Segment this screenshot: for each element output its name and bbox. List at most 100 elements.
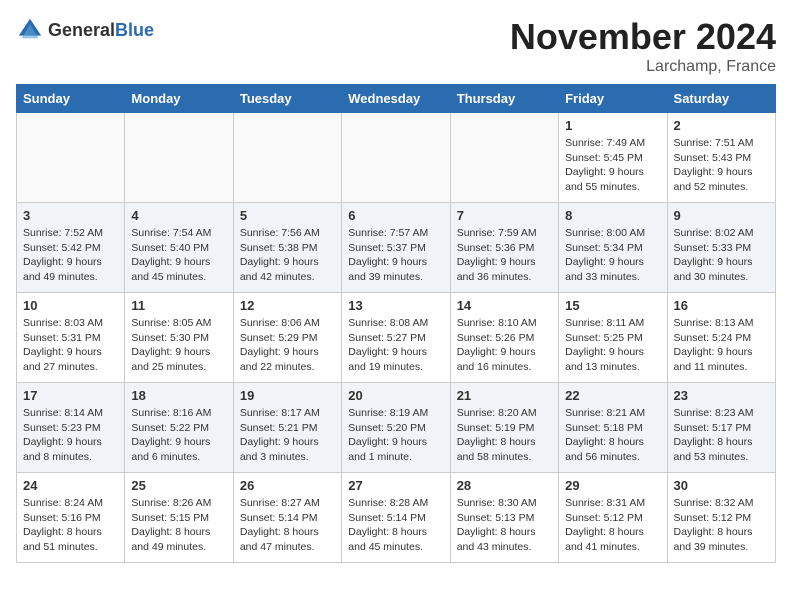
header-row: Sunday Monday Tuesday Wednesday Thursday… xyxy=(17,85,776,113)
day-info: Sunrise: 8:26 AM Sunset: 5:15 PM Dayligh… xyxy=(131,496,226,555)
location-title: Larchamp, France xyxy=(510,58,776,76)
day-number: 27 xyxy=(348,478,443,493)
day-cell xyxy=(450,113,558,203)
day-cell: 26 Sunrise: 8:27 AM Sunset: 5:14 PM Dayli… xyxy=(233,473,341,563)
day-info: Sunrise: 8:28 AM Sunset: 5:14 PM Dayligh… xyxy=(348,496,443,555)
day-info: Sunrise: 8:02 AM Sunset: 5:33 PM Dayligh… xyxy=(674,226,769,285)
day-cell: 8 Sunrise: 8:00 AM Sunset: 5:34 PM Daylig… xyxy=(559,203,667,293)
day-cell: 3 Sunrise: 7:52 AM Sunset: 5:42 PM Daylig… xyxy=(17,203,125,293)
day-number: 2 xyxy=(674,118,769,133)
day-cell: 16Sunrise: 8:13 AM Sunset: 5:24 PM Dayli… xyxy=(667,293,775,383)
week-row-4: 24 Sunrise: 8:24 AM Sunset: 5:16 PM Dayli… xyxy=(17,473,776,563)
day-cell: 10 Sunrise: 8:03 AM Sunset: 5:31 PM Dayli… xyxy=(17,293,125,383)
day-number: 11 xyxy=(131,298,226,313)
day-number: 5 xyxy=(240,208,335,223)
day-cell xyxy=(17,113,125,203)
week-row-3: 17 Sunrise: 8:14 AM Sunset: 5:23 PM Dayli… xyxy=(17,383,776,473)
day-cell: 5 Sunrise: 7:56 AM Sunset: 5:38 PM Daylig… xyxy=(233,203,341,293)
day-cell xyxy=(342,113,450,203)
day-info: Sunrise: 8:30 AM Sunset: 5:13 PM Dayligh… xyxy=(457,496,552,555)
day-cell: 22 Sunrise: 8:21 AM Sunset: 5:18 PM Dayli… xyxy=(559,383,667,473)
day-info: Sunrise: 7:52 AM Sunset: 5:42 PM Dayligh… xyxy=(23,226,118,285)
day-number: 20 xyxy=(348,388,443,403)
day-cell: 2 Sunrise: 7:51 AM Sunset: 5:43 PM Daylig… xyxy=(667,113,775,203)
day-number: 8 xyxy=(565,208,660,223)
day-cell: 19Sunrise: 8:17 AM Sunset: 5:21 PM Dayli… xyxy=(233,383,341,473)
week-row-2: 10 Sunrise: 8:03 AM Sunset: 5:31 PM Dayli… xyxy=(17,293,776,383)
day-info: Sunrise: 7:56 AM Sunset: 5:38 PM Dayligh… xyxy=(240,226,335,285)
day-cell: 30Sunrise: 8:32 AM Sunset: 5:12 PM Dayli… xyxy=(667,473,775,563)
day-info: Sunrise: 8:11 AM Sunset: 5:25 PM Dayligh… xyxy=(565,316,660,375)
day-number: 4 xyxy=(131,208,226,223)
day-cell: 28 Sunrise: 8:30 AM Sunset: 5:13 PM Dayli… xyxy=(450,473,558,563)
day-number: 17 xyxy=(23,388,118,403)
day-cell: 6 Sunrise: 7:57 AM Sunset: 5:37 PM Daylig… xyxy=(342,203,450,293)
day-number: 26 xyxy=(240,478,335,493)
day-cell: 20 Sunrise: 8:19 AM Sunset: 5:20 PM Dayli… xyxy=(342,383,450,473)
day-number: 13 xyxy=(348,298,443,313)
day-info: Sunrise: 8:31 AM Sunset: 5:12 PM Dayligh… xyxy=(565,496,660,555)
week-row-0: 1 Sunrise: 7:49 AM Sunset: 5:45 PM Daylig… xyxy=(17,113,776,203)
day-info: Sunrise: 8:16 AM Sunset: 5:22 PM Dayligh… xyxy=(131,406,226,465)
day-cell: 7 Sunrise: 7:59 AM Sunset: 5:36 PM Daylig… xyxy=(450,203,558,293)
day-cell: 4 Sunrise: 7:54 AM Sunset: 5:40 PM Daylig… xyxy=(125,203,233,293)
day-info: Sunrise: 8:24 AM Sunset: 5:16 PM Dayligh… xyxy=(23,496,118,555)
day-number: 30 xyxy=(674,478,769,493)
day-cell: 13Sunrise: 8:08 AM Sunset: 5:27 PM Dayli… xyxy=(342,293,450,383)
day-info: Sunrise: 8:13 AM Sunset: 5:24 PM Dayligh… xyxy=(674,316,769,375)
day-cell xyxy=(125,113,233,203)
day-info: Sunrise: 8:21 AM Sunset: 5:18 PM Dayligh… xyxy=(565,406,660,465)
day-cell: 17 Sunrise: 8:14 AM Sunset: 5:23 PM Dayli… xyxy=(17,383,125,473)
page-header: GeneralBlue November 2024 Larchamp, Fran… xyxy=(16,16,776,76)
day-cell: 23Sunrise: 8:23 AM Sunset: 5:17 PM Dayli… xyxy=(667,383,775,473)
day-cell: 9Sunrise: 8:02 AM Sunset: 5:33 PM Daylig… xyxy=(667,203,775,293)
logo-icon xyxy=(16,16,44,44)
day-info: Sunrise: 8:23 AM Sunset: 5:17 PM Dayligh… xyxy=(674,406,769,465)
day-info: Sunrise: 8:06 AM Sunset: 5:29 PM Dayligh… xyxy=(240,316,335,375)
day-info: Sunrise: 8:19 AM Sunset: 5:20 PM Dayligh… xyxy=(348,406,443,465)
day-cell: 14Sunrise: 8:10 AM Sunset: 5:26 PM Dayli… xyxy=(450,293,558,383)
day-cell: 11 Sunrise: 8:05 AM Sunset: 5:30 PM Dayli… xyxy=(125,293,233,383)
header-monday: Monday xyxy=(125,85,233,113)
day-number: 19 xyxy=(240,388,335,403)
day-number: 22 xyxy=(565,388,660,403)
day-info: Sunrise: 8:20 AM Sunset: 5:19 PM Dayligh… xyxy=(457,406,552,465)
day-number: 14 xyxy=(457,298,552,313)
day-number: 29 xyxy=(565,478,660,493)
day-number: 3 xyxy=(23,208,118,223)
day-number: 28 xyxy=(457,478,552,493)
calendar-table: Sunday Monday Tuesday Wednesday Thursday… xyxy=(16,84,776,563)
title-section: November 2024 Larchamp, France xyxy=(510,16,776,76)
day-info: Sunrise: 8:14 AM Sunset: 5:23 PM Dayligh… xyxy=(23,406,118,465)
month-title: November 2024 xyxy=(510,16,776,58)
logo-general: General xyxy=(48,20,115,40)
day-info: Sunrise: 8:27 AM Sunset: 5:14 PM Dayligh… xyxy=(240,496,335,555)
day-number: 21 xyxy=(457,388,552,403)
day-number: 6 xyxy=(348,208,443,223)
day-info: Sunrise: 7:49 AM Sunset: 5:45 PM Dayligh… xyxy=(565,136,660,195)
day-cell: 27 Sunrise: 8:28 AM Sunset: 5:14 PM Dayli… xyxy=(342,473,450,563)
day-info: Sunrise: 7:54 AM Sunset: 5:40 PM Dayligh… xyxy=(131,226,226,285)
day-number: 1 xyxy=(565,118,660,133)
day-cell: 1 Sunrise: 7:49 AM Sunset: 5:45 PM Daylig… xyxy=(559,113,667,203)
day-number: 7 xyxy=(457,208,552,223)
header-friday: Friday xyxy=(559,85,667,113)
header-saturday: Saturday xyxy=(667,85,775,113)
day-info: Sunrise: 7:57 AM Sunset: 5:37 PM Dayligh… xyxy=(348,226,443,285)
header-sunday: Sunday xyxy=(17,85,125,113)
day-number: 24 xyxy=(23,478,118,493)
day-cell: 21 Sunrise: 8:20 AM Sunset: 5:19 PM Dayli… xyxy=(450,383,558,473)
day-info: Sunrise: 7:59 AM Sunset: 5:36 PM Dayligh… xyxy=(457,226,552,285)
calendar-body: 1 Sunrise: 7:49 AM Sunset: 5:45 PM Daylig… xyxy=(17,113,776,563)
day-cell: 25Sunrise: 8:26 AM Sunset: 5:15 PM Dayli… xyxy=(125,473,233,563)
header-thursday: Thursday xyxy=(450,85,558,113)
header-wednesday: Wednesday xyxy=(342,85,450,113)
day-number: 10 xyxy=(23,298,118,313)
week-row-1: 3 Sunrise: 7:52 AM Sunset: 5:42 PM Daylig… xyxy=(17,203,776,293)
day-info: Sunrise: 8:05 AM Sunset: 5:30 PM Dayligh… xyxy=(131,316,226,375)
day-info: Sunrise: 8:03 AM Sunset: 5:31 PM Dayligh… xyxy=(23,316,118,375)
day-cell: 15Sunrise: 8:11 AM Sunset: 5:25 PM Dayli… xyxy=(559,293,667,383)
day-info: Sunrise: 7:51 AM Sunset: 5:43 PM Dayligh… xyxy=(674,136,769,195)
logo-blue: Blue xyxy=(115,20,154,40)
day-info: Sunrise: 8:00 AM Sunset: 5:34 PM Dayligh… xyxy=(565,226,660,285)
